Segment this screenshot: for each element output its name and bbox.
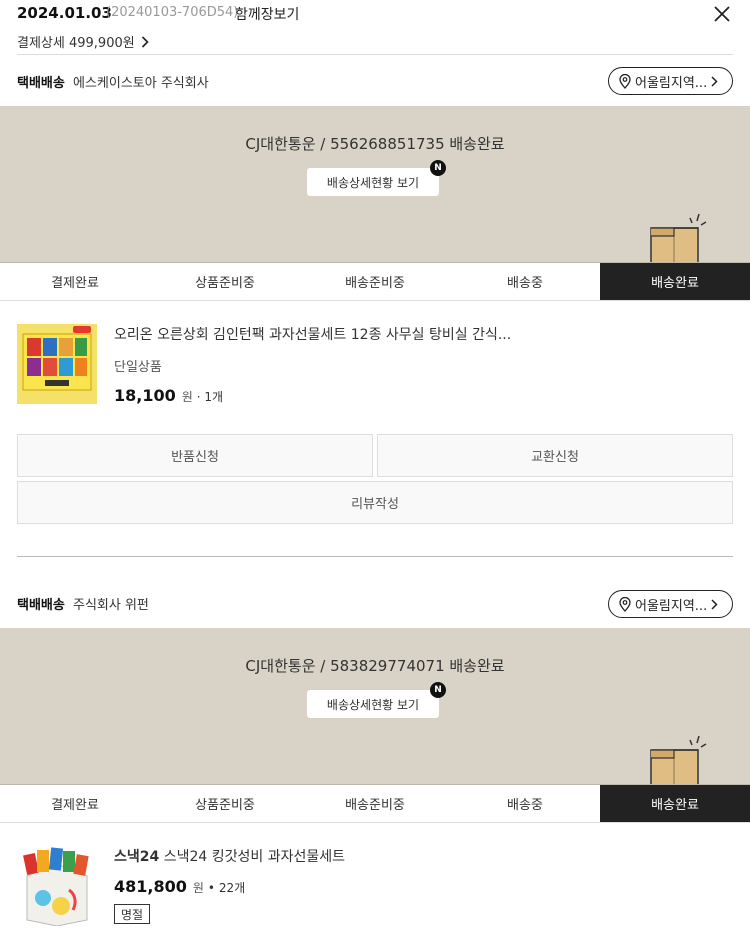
tracking-status: CJ대한통운 / 556268851735 배송완료: [245, 135, 505, 153]
close-button[interactable]: [710, 2, 734, 26]
product-price: 18,100 원 · 1개: [114, 386, 223, 405]
delivery-steps: 결제완료 상품준비중 배송준비중 배송중 배송완료: [0, 784, 750, 823]
payment-detail-label: 결제상세 499,900원: [17, 36, 135, 51]
delivery-box-icon: [650, 214, 707, 264]
price-unit: 원: [181, 390, 193, 404]
step-preparing-product: 상품준비중: [195, 276, 255, 291]
location-button-label: 어울림지역...: [635, 75, 708, 91]
tracking-status: CJ대한통운 / 583829774071 배송완료: [245, 657, 505, 675]
location-button-label: 어울림지역...: [635, 598, 708, 614]
return-request-button[interactable]: 반품신청: [17, 434, 373, 477]
location-pin-icon: [619, 73, 631, 89]
order-date: 2024.01.03: [17, 4, 112, 22]
shipment-header: 택배배송 주식회사 위펀: [17, 594, 149, 613]
write-review-button[interactable]: 리뷰작성: [17, 481, 733, 524]
product-name[interactable]: 오리온 오른상회 김인턴팩 과자선물세트 12종 사무실 탕비실 간식...: [114, 324, 534, 344]
seller-name: 에스케이스토아 주식회사: [72, 76, 209, 91]
delivery-method: 택배배송: [17, 598, 65, 613]
price-unit: 원: [192, 881, 204, 895]
product-image[interactable]: [17, 324, 97, 404]
shipment-header: 택배배송 에스케이스토아 주식회사: [17, 72, 209, 91]
shop-together-link[interactable]: 함께장보기: [235, 4, 299, 24]
product-brand: 스낵24: [114, 849, 160, 865]
product-quantity: • 22개: [207, 881, 246, 895]
payment-detail-link[interactable]: 결제상세 499,900원: [17, 32, 149, 51]
exchange-request-button[interactable]: 교환신청: [377, 434, 733, 477]
product-name: 스낵24 킹갓성비 과자선물세트: [163, 849, 345, 865]
step-paid: 결제완료: [51, 276, 99, 291]
location-button[interactable]: 어울림지역...: [608, 67, 733, 95]
product-quantity: · 1개: [196, 390, 224, 404]
tracking-detail-button[interactable]: 배송상세현황 보기: [307, 168, 439, 196]
divider: [17, 54, 733, 55]
step-shipping: 배송중: [507, 798, 543, 813]
new-badge: N: [430, 160, 446, 176]
tracking-detail-button[interactable]: 배송상세현황 보기: [307, 690, 439, 718]
order-number: (20240103-706D54): [106, 5, 239, 20]
product-tag: 명절: [114, 904, 151, 924]
chevron-right-icon: [141, 35, 149, 48]
chevron-right-icon: [711, 75, 718, 87]
divider: [17, 556, 733, 557]
tracking-panel: CJ대한통운 / 556268851735 배송완료 배송상세현황 보기 N: [0, 106, 750, 264]
product-option: 단일상품: [114, 360, 162, 375]
price-amount: 18,100: [114, 386, 176, 405]
chevron-right-icon: [711, 598, 718, 610]
new-badge: N: [430, 682, 446, 698]
close-icon: [714, 6, 730, 22]
step-preparing-product: 상품준비중: [195, 798, 255, 813]
step-delivered: 배송완료: [600, 263, 750, 300]
product-price: 481,800 원 • 22개: [114, 877, 245, 896]
seller-name: 주식회사 위펀: [72, 598, 149, 613]
location-pin-icon: [619, 596, 631, 612]
step-paid: 결제완료: [51, 798, 99, 813]
delivery-steps: 결제완료 상품준비중 배송준비중 배송중 배송완료: [0, 262, 750, 301]
step-preparing-delivery: 배송준비중: [345, 276, 405, 291]
step-delivered: 배송완료: [600, 785, 750, 822]
product-image[interactable]: [17, 846, 97, 926]
delivery-box-icon: [650, 736, 707, 786]
product-title[interactable]: 스낵24 스낵24 킹갓성비 과자선물세트: [114, 846, 534, 866]
step-shipping: 배송중: [507, 276, 543, 291]
tracking-panel: CJ대한통운 / 583829774071 배송완료 배송상세현황 보기 N: [0, 628, 750, 786]
step-preparing-delivery: 배송준비중: [345, 798, 405, 813]
location-button[interactable]: 어울림지역...: [608, 590, 733, 618]
delivery-method: 택배배송: [17, 76, 65, 91]
price-amount: 481,800: [114, 877, 187, 896]
